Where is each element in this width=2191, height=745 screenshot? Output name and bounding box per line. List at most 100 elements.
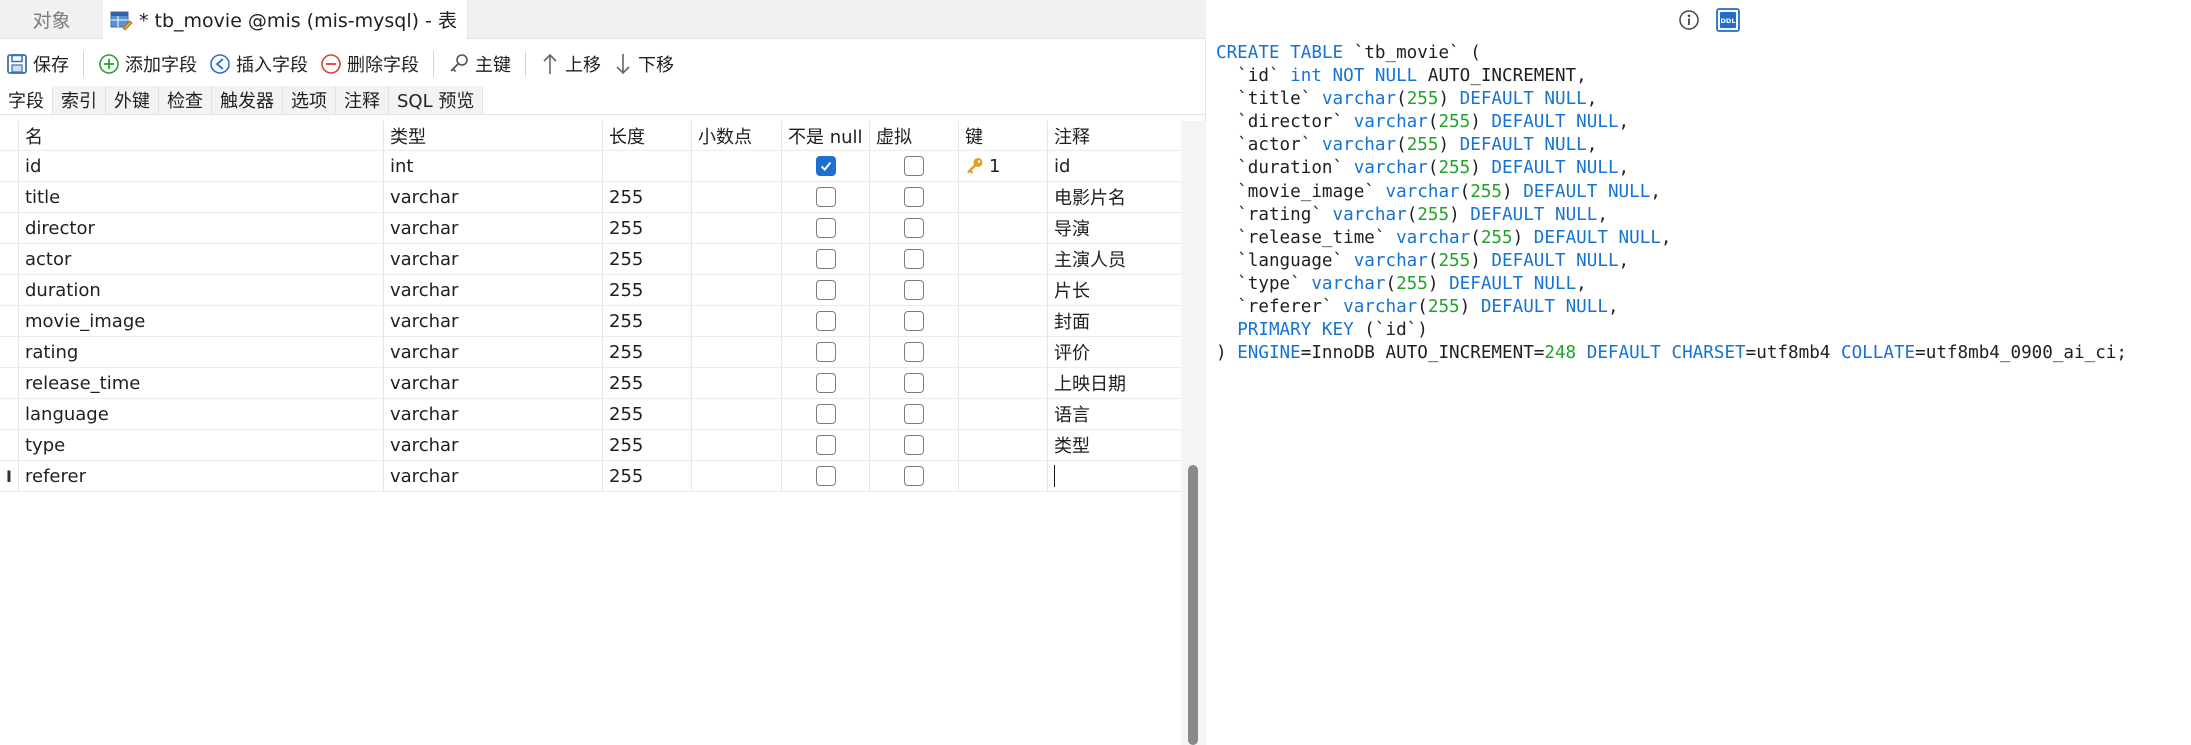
field-length-cell[interactable]: 255 <box>603 213 692 243</box>
field-type-cell[interactable]: varchar <box>384 182 603 212</box>
key-cell[interactable] <box>959 244 1048 274</box>
field-type-cell[interactable]: varchar <box>384 399 603 429</box>
not-null-checkbox[interactable] <box>815 342 836 362</box>
primary-key-button[interactable]: 主键 <box>442 47 517 81</box>
key-cell[interactable] <box>959 368 1048 398</box>
column-header-type[interactable]: 类型 <box>384 121 603 150</box>
table-row[interactable]: rating varchar 255 评价 <box>0 337 1181 368</box>
field-decimals-cell[interactable] <box>692 182 782 212</box>
field-decimals-cell[interactable] <box>692 213 782 243</box>
table-row[interactable]: director varchar 255 导演 <box>0 213 1181 244</box>
field-type-cell[interactable]: varchar <box>384 430 603 460</box>
field-type-cell[interactable]: varchar <box>384 337 603 367</box>
column-header-key[interactable]: 键 <box>959 121 1048 150</box>
tab-objects[interactable]: 对象 <box>0 0 103 39</box>
row-indicator[interactable] <box>0 275 19 305</box>
key-cell[interactable] <box>959 275 1048 305</box>
field-comment-cell[interactable]: 上映日期 <box>1048 368 1181 398</box>
key-cell[interactable] <box>959 213 1048 243</box>
move-down-button[interactable]: 下移 <box>607 47 680 81</box>
field-length-cell[interactable]: 255 <box>603 399 692 429</box>
add-field-button[interactable]: 添加字段 <box>92 47 203 81</box>
field-length-cell[interactable] <box>603 151 692 181</box>
column-header-not-null[interactable]: 不是 null <box>782 121 870 150</box>
not-null-checkbox[interactable] <box>815 466 836 486</box>
field-decimals-cell[interactable] <box>692 151 782 181</box>
not-null-checkbox[interactable] <box>815 311 836 331</box>
field-name-cell[interactable]: movie_image <box>19 306 384 336</box>
column-header-decimals[interactable]: 小数点 <box>692 121 782 150</box>
field-name-cell[interactable]: actor <box>19 244 384 274</box>
subtab-foreign-keys[interactable]: 外键 <box>106 86 159 114</box>
subtab-checks[interactable]: 检查 <box>159 86 212 114</box>
row-indicator[interactable]: I <box>0 461 19 491</box>
field-comment-cell[interactable]: 导演 <box>1048 213 1181 243</box>
table-row[interactable]: release_time varchar 255 上映日期 <box>0 368 1181 399</box>
table-row[interactable]: language varchar 255 语言 <box>0 399 1181 430</box>
field-decimals-cell[interactable] <box>692 244 782 274</box>
subtab-indexes[interactable]: 索引 <box>53 86 106 114</box>
field-length-cell[interactable]: 255 <box>603 182 692 212</box>
key-cell[interactable] <box>959 337 1048 367</box>
virtual-checkbox[interactable] <box>904 466 924 486</box>
field-length-cell[interactable]: 255 <box>603 337 692 367</box>
key-cell[interactable] <box>959 182 1048 212</box>
virtual-checkbox[interactable] <box>904 435 924 455</box>
not-null-checkbox[interactable] <box>815 218 836 238</box>
row-indicator[interactable] <box>0 368 19 398</box>
field-type-cell[interactable]: varchar <box>384 306 603 336</box>
field-comment-cell[interactable]: 片长 <box>1048 275 1181 305</box>
table-row[interactable]: actor varchar 255 主演人员 <box>0 244 1181 275</box>
column-header-comment[interactable]: 注释 <box>1048 121 1181 150</box>
field-length-cell[interactable]: 255 <box>603 306 692 336</box>
not-null-checkbox[interactable] <box>815 156 836 176</box>
subtab-options[interactable]: 选项 <box>283 86 336 114</box>
key-cell[interactable] <box>959 306 1048 336</box>
row-indicator[interactable] <box>0 182 19 212</box>
subtab-sql-preview[interactable]: SQL 预览 <box>389 86 484 114</box>
field-type-cell[interactable]: varchar <box>384 244 603 274</box>
not-null-checkbox[interactable] <box>815 280 836 300</box>
field-comment-cell[interactable]: 电影片名 <box>1048 182 1181 212</box>
field-name-cell[interactable]: id <box>19 151 384 181</box>
row-indicator[interactable] <box>0 213 19 243</box>
field-decimals-cell[interactable] <box>692 337 782 367</box>
subtab-triggers[interactable]: 触发器 <box>212 86 283 114</box>
key-cell[interactable] <box>959 399 1048 429</box>
virtual-checkbox[interactable] <box>904 156 924 176</box>
delete-field-button[interactable]: 删除字段 <box>314 47 425 81</box>
field-comment-cell[interactable]: 主演人员 <box>1048 244 1181 274</box>
field-decimals-cell[interactable] <box>692 275 782 305</box>
field-name-cell[interactable]: duration <box>19 275 384 305</box>
column-header-virtual[interactable]: 虚拟 <box>870 121 959 150</box>
field-comment-cell[interactable] <box>1048 461 1181 491</box>
key-cell[interactable] <box>959 430 1048 460</box>
field-length-cell[interactable]: 255 <box>603 244 692 274</box>
key-cell[interactable] <box>959 461 1048 491</box>
virtual-checkbox[interactable] <box>904 342 924 362</box>
virtual-checkbox[interactable] <box>904 187 924 207</box>
scrollbar-thumb[interactable] <box>1188 465 1198 745</box>
save-button[interactable]: 保存 <box>0 47 75 81</box>
not-null-checkbox[interactable] <box>815 404 836 424</box>
field-name-cell[interactable]: title <box>19 182 384 212</box>
column-header-length[interactable]: 长度 <box>603 121 692 150</box>
table-row[interactable]: title varchar 255 电影片名 <box>0 182 1181 213</box>
field-comment-cell[interactable]: 封面 <box>1048 306 1181 336</box>
subtab-comment[interactable]: 注释 <box>336 86 389 114</box>
virtual-checkbox[interactable] <box>904 280 924 300</box>
row-indicator[interactable] <box>0 430 19 460</box>
field-name-cell[interactable]: director <box>19 213 384 243</box>
virtual-checkbox[interactable] <box>904 404 924 424</box>
move-up-button[interactable]: 上移 <box>534 47 607 81</box>
table-row[interactable]: Ireferer varchar 255 <box>0 461 1181 492</box>
field-decimals-cell[interactable] <box>692 430 782 460</box>
field-name-cell[interactable]: rating <box>19 337 384 367</box>
field-decimals-cell[interactable] <box>692 306 782 336</box>
key-cell[interactable]: 1 <box>959 151 1048 181</box>
subtab-fields[interactable]: 字段 <box>0 86 53 114</box>
field-name-cell[interactable]: referer <box>19 461 384 491</box>
field-type-cell[interactable]: varchar <box>384 461 603 491</box>
row-indicator[interactable] <box>0 244 19 274</box>
field-type-cell[interactable]: varchar <box>384 275 603 305</box>
